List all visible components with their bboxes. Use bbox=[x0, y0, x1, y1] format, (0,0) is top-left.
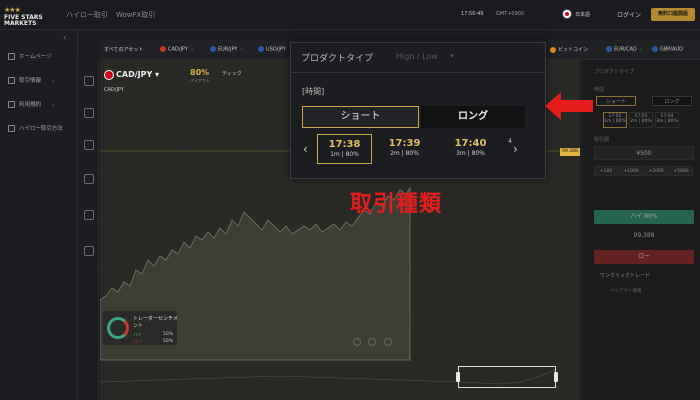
collapse-sidebar-icon[interactable]: ‹ bbox=[63, 33, 66, 42]
zoom-reset-icon[interactable] bbox=[384, 338, 392, 346]
clock: 17:50:49 bbox=[461, 11, 484, 17]
pair-selector[interactable]: CAD/JPY ▾ bbox=[116, 70, 159, 79]
expiry-option[interactable]: 17:39 2m | 80% bbox=[377, 134, 432, 164]
chevron-down-icon: ⌄ bbox=[51, 102, 56, 108]
nav-wowfx[interactable]: WowFX取引 bbox=[116, 10, 155, 20]
zoom-out-icon[interactable] bbox=[353, 338, 361, 346]
asset-tab-bitcoin[interactable]: ビットコイン bbox=[550, 46, 588, 53]
chart-navigator-window[interactable] bbox=[458, 366, 556, 388]
flag-icon bbox=[210, 46, 216, 52]
sidebar bbox=[0, 30, 78, 400]
chevron-down-icon[interactable]: ▾ bbox=[450, 52, 454, 60]
trader-sentiment-widget: トレーダーセンチメ ント ハイ 50% ロー 50% bbox=[102, 310, 178, 346]
sentiment-ring-icon bbox=[107, 317, 129, 339]
stars-icon: ★★★ bbox=[4, 6, 21, 14]
order-panel-dim bbox=[581, 60, 700, 400]
pair-subtitle: CAD/JPY bbox=[104, 87, 124, 93]
language-select[interactable]: 日本語 bbox=[575, 11, 590, 18]
japan-flag-icon[interactable] bbox=[562, 9, 572, 19]
price-tag: 99.388 bbox=[560, 148, 580, 156]
indicator-icon[interactable] bbox=[84, 174, 94, 184]
star-icon[interactable]: ☆ bbox=[239, 47, 243, 53]
asset-tab-eur-cad[interactable]: EUR/CAD ☆ bbox=[606, 46, 643, 53]
chevron-down-icon: ⌄ bbox=[51, 78, 56, 84]
chevron-left-icon[interactable]: ‹ bbox=[303, 142, 308, 156]
payout-label: ペイアウト bbox=[190, 78, 210, 83]
popup-divider bbox=[290, 72, 546, 73]
home-icon bbox=[8, 53, 15, 60]
help-icon bbox=[8, 125, 15, 132]
popup-product-type-select[interactable]: High / Low bbox=[396, 52, 438, 61]
sidebar-item-terms[interactable]: 利用規約 ⌄ bbox=[8, 100, 56, 108]
flag-icon bbox=[258, 46, 264, 52]
brand-logo[interactable]: ★★★ FIVE STARS MARKETS bbox=[4, 6, 56, 27]
asset-tab-cad-jpy[interactable]: CAD/JPY ☆ bbox=[160, 46, 194, 53]
popup-tab-short[interactable]: ショート bbox=[302, 106, 419, 128]
popup-product-type-label: プロダクトタイプ bbox=[301, 54, 374, 64]
layers-icon[interactable] bbox=[84, 246, 94, 256]
star-icon[interactable]: ☆ bbox=[190, 47, 194, 53]
draw-tool-icon[interactable] bbox=[84, 108, 94, 118]
expiry-option[interactable]: 17:40 3m | 80% bbox=[443, 134, 498, 164]
trend-line-icon[interactable] bbox=[84, 140, 94, 150]
asset-tab-usd-jpy[interactable]: USD/JPY bbox=[258, 46, 286, 53]
canada-flag-icon bbox=[104, 70, 114, 80]
payout-percent: 80% bbox=[190, 68, 210, 77]
popup-tab-long[interactable]: ロング bbox=[421, 106, 525, 128]
asset-tab-gbp-aud[interactable]: GBP/AUD bbox=[652, 46, 683, 53]
annotation-label: 取引種類 bbox=[350, 192, 443, 217]
tick-toggle[interactable]: ティック bbox=[222, 70, 242, 77]
navigator-left-handle[interactable] bbox=[456, 372, 460, 382]
nav-highlow[interactable]: ハイロー取引 bbox=[66, 10, 108, 20]
zoom-in-icon[interactable] bbox=[368, 338, 376, 346]
bitcoin-icon bbox=[550, 46, 556, 53]
timezone: GMT+0900 bbox=[496, 11, 525, 17]
asset-tab-eur-jpy[interactable]: EUR/JPY ☆ bbox=[210, 46, 244, 53]
navigator-right-handle[interactable] bbox=[554, 372, 558, 382]
chevron-right-icon[interactable]: › bbox=[513, 142, 518, 156]
chart-type-icon[interactable] bbox=[84, 76, 94, 86]
sidebar-item-how-to[interactable]: ハイロー取引方法 bbox=[8, 124, 63, 132]
sidebar-item-trade-info[interactable]: 取引情報 ⌄ bbox=[8, 76, 56, 84]
red-arrow-icon bbox=[545, 92, 593, 120]
popup-time-label: [時間] bbox=[302, 87, 325, 96]
login-button[interactable]: ログイン bbox=[617, 10, 641, 19]
screen-icon[interactable] bbox=[84, 210, 94, 220]
document-icon bbox=[8, 101, 15, 108]
flag-icon bbox=[606, 46, 612, 52]
expiry-option[interactable]: 17:38 1m | 80% bbox=[317, 134, 372, 164]
open-account-button[interactable]: 無料口座開設 bbox=[651, 8, 695, 21]
flag-icon bbox=[652, 46, 658, 52]
all-assets-tab[interactable]: すべてのアセット bbox=[104, 46, 143, 53]
flag-icon bbox=[160, 46, 166, 52]
star-icon[interactable]: ☆ bbox=[639, 47, 643, 53]
sidebar-item-home[interactable]: ホームページ bbox=[8, 52, 52, 60]
info-icon bbox=[8, 77, 15, 84]
